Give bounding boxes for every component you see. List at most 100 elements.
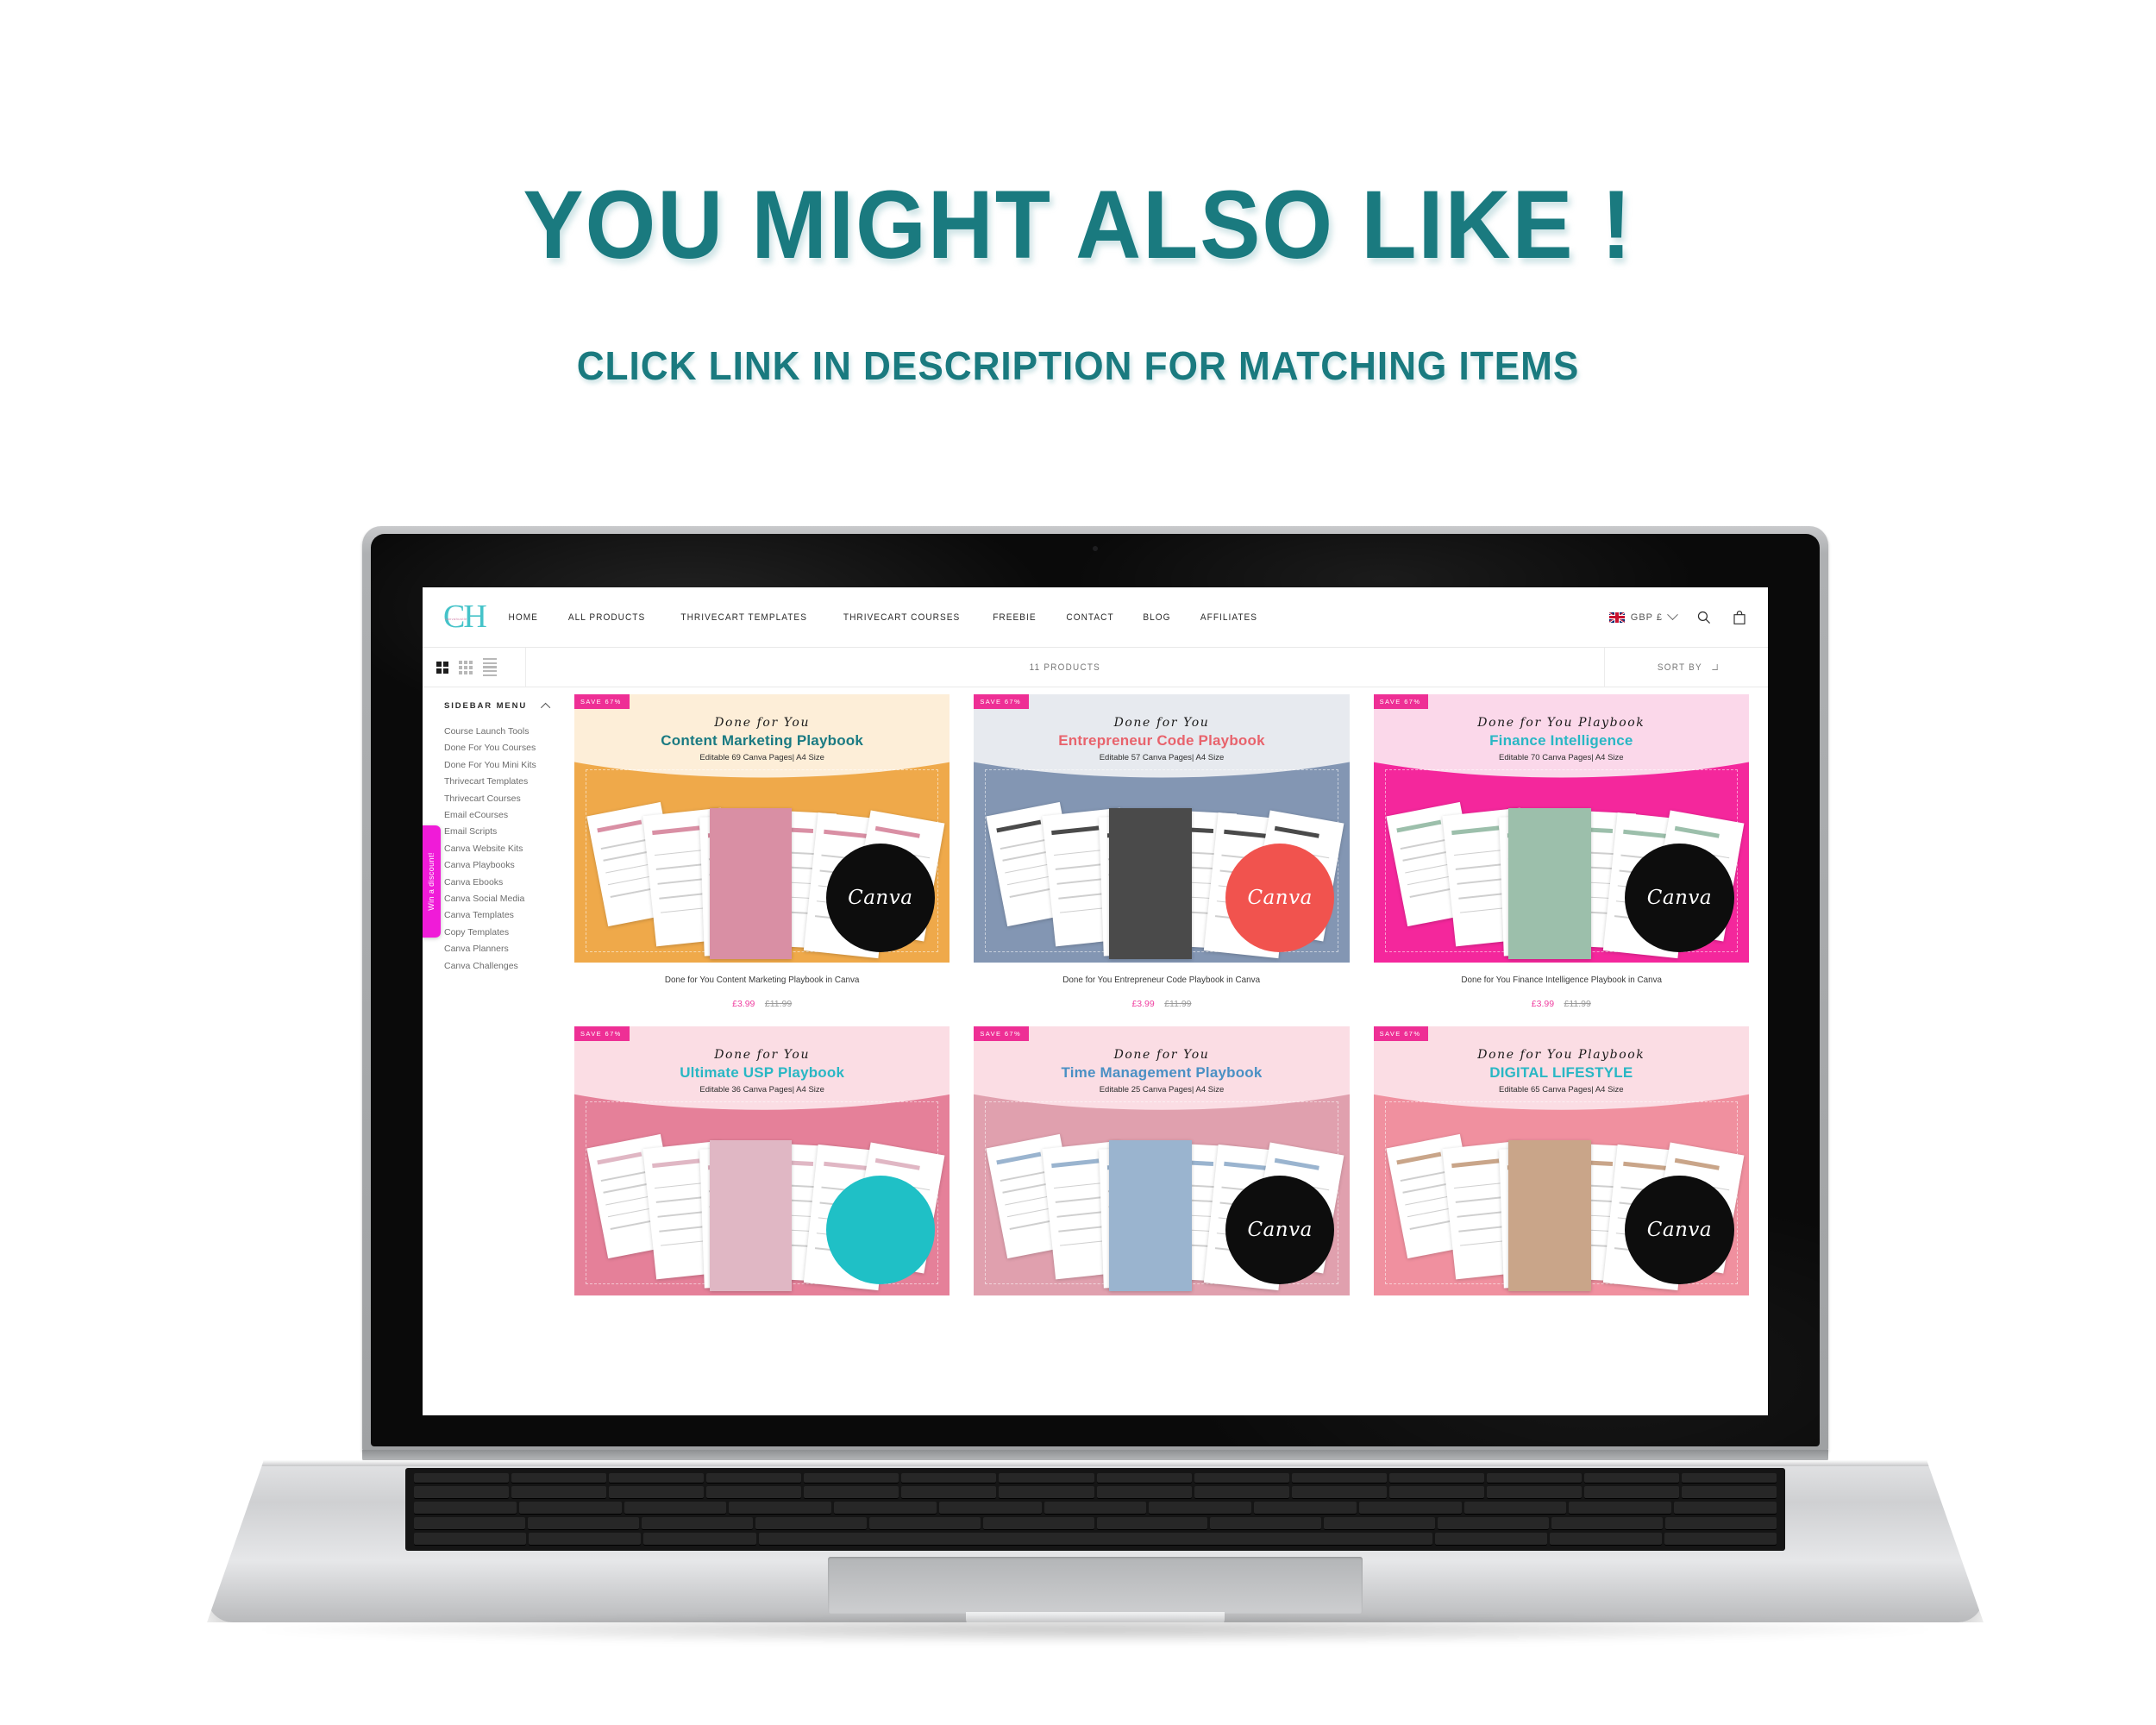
sidebar-item-canva-templates[interactable]: Canva Templates [444,907,569,924]
list-view-icon[interactable] [483,658,497,676]
product-image-caption: Done for You Playbook DIGITAL LIFESTYLE … [1374,1048,1749,1095]
nav-item-all-products[interactable]: ALL PRODUCTS [568,612,645,623]
laptop-shadow [259,1615,1932,1644]
chevron-up-icon[interactable] [540,702,551,712]
product-title[interactable]: Done for You Content Marketing Playbook … [586,975,938,985]
product-image-caption: Done for You Content Marketing Playbook … [574,716,950,762]
sort-by-dropdown[interactable]: SORT BY [1604,648,1768,687]
product-image[interactable]: Done for You Ultimate USP Playbook Edita… [574,1026,950,1295]
product-grid-wrapper: Done for You Content Marketing Playbook … [569,687,1768,1311]
product-image-title: DIGITAL LIFESTYLE [1489,1064,1633,1082]
search-icon[interactable] [1694,608,1713,627]
canva-logo-icon: Canva [825,843,935,952]
page-title: YOU MIGHT ALSO LIKE ! [523,171,1633,279]
product-script-text: Done for You Playbook [1477,715,1645,730]
sidebar-item-course-launch-tools[interactable]: Course Launch Tools [444,724,569,740]
main-navigation: HOME ALL PRODUCTS THRIVECART TEMPLATES T… [507,612,1260,623]
product-card[interactable]: Done for You Time Management Playbook Ed… [974,1026,1350,1310]
sidebar-item-copy-templates[interactable]: Copy Templates [444,925,569,941]
product-image[interactable]: Done for You Time Management Playbook Ed… [974,1026,1350,1295]
laptop-mockup: CH canvahustle HOME ALL PRODUCTS THRIVEC… [0,526,2156,1725]
product-card[interactable]: Done for You Playbook DIGITAL LIFESTYLE … [1373,1026,1749,1310]
site-logo[interactable]: CH canvahustle [443,599,488,636]
logo-tagline: canvahustle [445,616,467,621]
product-image[interactable]: Done for You Playbook Finance Intelligen… [1373,694,1749,963]
product-script-text: Done for You [1113,715,1210,730]
sidebar-item-done-for-you-courses[interactable]: Done For You Courses [444,740,569,756]
product-image[interactable]: Done for You Playbook DIGITAL LIFESTYLE … [1373,1026,1749,1295]
sidebar-item-canva-playbooks[interactable]: Canva Playbooks [444,857,569,874]
sidebar-item-canva-planners[interactable]: Canva Planners [444,941,569,957]
product-count: 11 PRODUCTS [526,648,1604,687]
sidebar-item-email-scripts[interactable]: Email Scripts [444,824,569,840]
win-a-discount-label: Win a discount! [427,852,436,911]
nav-item-thrivecart-templates[interactable]: THRIVECART TEMPLATES [680,612,807,623]
price-current: £3.99 [732,999,755,1010]
product-grid: Done for You Content Marketing Playbook … [574,694,1749,1311]
product-image-caption: Done for You Playbook Finance Intelligen… [1374,716,1749,762]
product-image-title: Finance Intelligence [1489,731,1633,749]
sidebar-item-thrivecart-templates[interactable]: Thrivecart Templates [444,774,569,790]
product-script-text: Done for You Playbook [1477,1048,1645,1063]
sidebar-heading: SIDEBAR MENU [444,701,528,711]
product-title[interactable]: Done for You Entrepreneur Code Playbook … [985,975,1338,985]
discount-badge: SAVE 67% [574,1026,630,1042]
mockup-cover [1109,808,1192,959]
laptop-lid: CH canvahustle HOME ALL PRODUCTS THRIVEC… [362,526,1828,1453]
currency-selector[interactable]: GBP £ [1608,609,1678,623]
canva-logo-icon: Canva [1225,843,1335,952]
nav-item-blog[interactable]: BLOG [1143,612,1170,623]
product-card[interactable]: Done for You Entrepreneur Code Playbook … [974,694,1350,1026]
keyboard-row [414,1502,1777,1515]
keyboard-row [414,1486,1777,1499]
mockup-cover [1508,808,1592,959]
view-mode-switcher [423,648,526,687]
sort-by-label: SORT BY [1658,662,1702,673]
sidebar-item-canva-ebooks[interactable]: Canva Ebooks [444,875,569,891]
laptop-bezel: CH canvahustle HOME ALL PRODUCTS THRIVEC… [371,534,1820,1446]
nav-item-home[interactable]: HOME [508,612,537,623]
sidebar-item-email-ecourses[interactable]: Email eCourses [444,807,569,824]
promo-banner: YOU MIGHT ALSO LIKE ! CLICK LINK IN DESC… [0,169,2156,389]
product-card[interactable]: Done for You Ultimate USP Playbook Edita… [574,1026,950,1310]
nav-item-thrivecart-courses[interactable]: THRIVECART COURSES [843,612,960,623]
product-count-label: 11 PRODUCTS [1029,662,1101,673]
mockup-cover [1508,1140,1592,1292]
sidebar-item-canva-website-kits[interactable]: Canva Website Kits [444,841,569,857]
sidebar-item-done-for-you-mini-kits[interactable]: Done For You Mini Kits [444,757,569,774]
canva-logo-icon: Canva [1225,1175,1335,1285]
win-a-discount-tab[interactable]: Win a discount! [423,825,441,938]
chevron-down-icon [1667,609,1678,621]
canva-logo-icon [825,1175,935,1285]
product-image-caption: Done for You Entrepreneur Code Playbook … [974,716,1349,762]
product-image-meta: Editable 70 Canva Pages| A4 Size [1499,752,1624,762]
sidebar-header[interactable]: SIDEBAR MENU [444,701,569,712]
sidebar-item-canva-social-media[interactable]: Canva Social Media [444,891,569,907]
nav-item-freebie[interactable]: FREEBIE [993,612,1036,623]
product-card[interactable]: Done for You Content Marketing Playbook … [574,694,950,1026]
nav-item-affiliates[interactable]: AFFILIATES [1200,612,1257,623]
discount-badge: SAVE 67% [974,694,1030,709]
product-image-title: Ultimate USP Playbook [680,1064,845,1082]
shopping-bag-icon[interactable] [1730,608,1749,627]
product-image[interactable]: Done for You Entrepreneur Code Playbook … [974,694,1350,963]
keyboard-row [414,1533,1777,1546]
sidebar-item-thrivecart-courses[interactable]: Thrivecart Courses [444,791,569,807]
grid-3-icon[interactable] [459,660,473,674]
canva-logo-icon: Canva [1625,843,1734,952]
site-header: CH canvahustle HOME ALL PRODUCTS THRIVEC… [423,587,1768,648]
sidebar-item-canva-challenges[interactable]: Canva Challenges [444,958,569,975]
sidebar-menu: SIDEBAR MENU Course Launch Tools Done Fo… [423,687,569,1311]
laptop-hinge [362,1450,1828,1462]
product-image[interactable]: Done for You Content Marketing Playbook … [574,694,950,963]
product-image-caption: Done for You Ultimate USP Playbook Edita… [574,1048,950,1095]
product-card[interactable]: Done for You Playbook Finance Intelligen… [1373,694,1749,1026]
nav-item-contact[interactable]: CONTACT [1066,612,1113,623]
currency-label: GBP £ [1630,612,1663,623]
price-compare-at: £11.99 [1164,999,1192,1010]
grid-2-icon[interactable] [436,661,448,674]
product-title[interactable]: Done for You Finance Intelligence Playbo… [1385,975,1738,985]
product-image-meta: Editable 36 Canva Pages| A4 Size [699,1085,824,1095]
price-compare-at: £11.99 [764,999,793,1010]
product-image-caption: Done for You Time Management Playbook Ed… [974,1048,1349,1095]
